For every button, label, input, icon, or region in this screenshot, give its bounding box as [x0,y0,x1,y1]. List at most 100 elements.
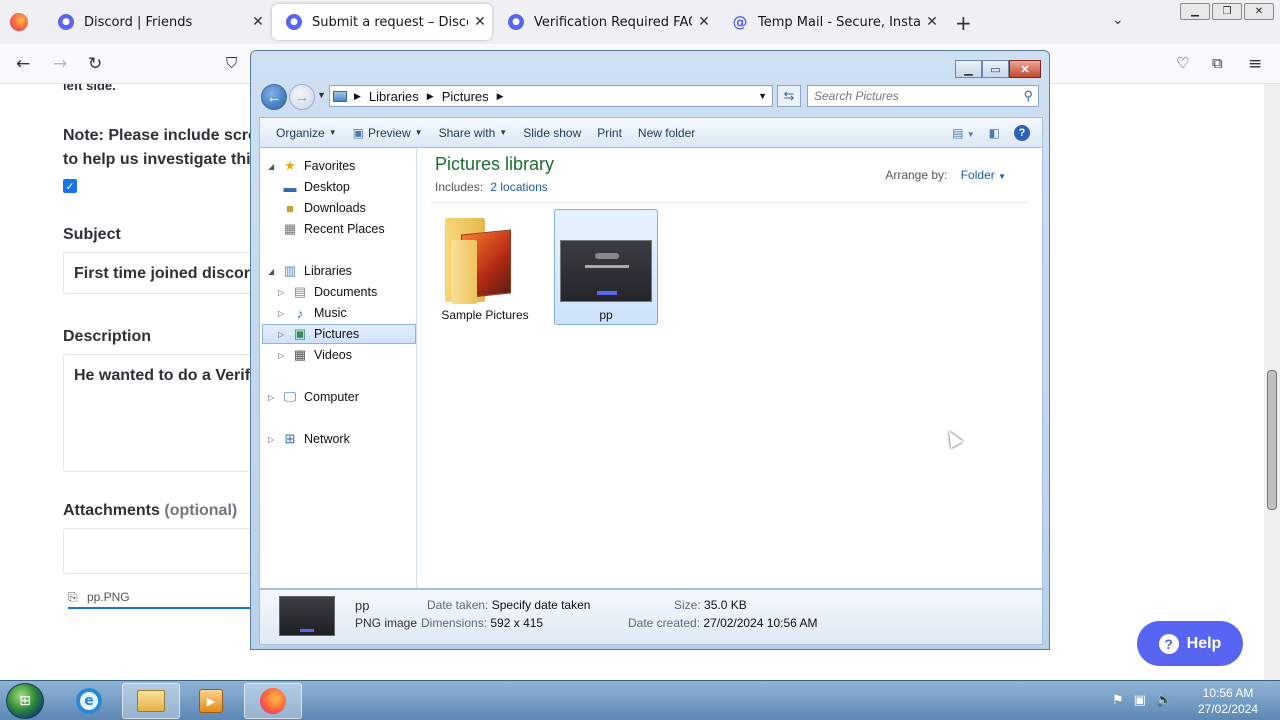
preview-button[interactable]: ▣ Preview ▼ [353,126,423,140]
file-name: Sample Pictures [441,308,529,322]
date-taken-value[interactable]: Specify date taken [492,598,591,612]
expand-icon[interactable]: ▷ [278,288,286,297]
music-icon: ♪ [296,305,304,321]
list-all-tabs-icon[interactable]: ⌄ [1112,12,1124,28]
browser-window-controls: ▁ ❐ ✕ [1180,3,1274,20]
restore-icon[interactable]: ❐ [1212,3,1242,20]
nav-videos[interactable]: ▷ ▦ Videos [278,345,352,365]
system-clock[interactable]: 10:56 AM 27/02/2024 [1190,685,1266,717]
extensions-icon[interactable]: ⧉ [1212,54,1223,72]
nav-favorites[interactable]: ◢ ★ Favorites [268,156,355,176]
organize-button[interactable]: Organize ▼ [276,126,337,140]
menu-icon[interactable]: ≡ [1248,54,1262,74]
pocket-icon[interactable]: ♡ [1176,54,1189,72]
detail-size: Size: 35.0 KB [674,598,747,612]
attachment-item[interactable]: ⎘ pp.PNG [68,590,253,609]
nav-libraries[interactable]: ◢ ▥ Libraries [268,261,352,281]
close-tab-icon[interactable]: ✕ [920,14,944,30]
divider [431,202,1028,203]
nav-desktop[interactable]: ▬ Desktop [282,177,350,197]
breadcrumb-pictures[interactable]: Pictures [442,89,489,104]
forward-icon[interactable]: → [289,84,315,110]
tab-temp-mail[interactable]: @ Temp Mail - Secure, Instant, Fas ✕ [718,4,944,40]
firefox-icon[interactable] [10,13,28,31]
share-with-label: Share with [438,125,496,140]
nav-label: Network [304,432,350,446]
nav-recent-places[interactable]: ▦ Recent Places [282,219,385,239]
expand-icon[interactable]: ▷ [268,393,276,402]
network-icon[interactable]: ▣ [1134,693,1146,708]
search-input[interactable]: Search Pictures ⚲ [807,85,1039,107]
preview-pane-icon[interactable]: ◧ [989,126,1000,140]
breadcrumb-libraries[interactable]: Libraries [369,89,419,104]
help-button[interactable]: ? Help [1137,621,1243,666]
tab-submit-request[interactable]: ● Submit a request – Discord ✕ [272,4,492,40]
volume-muted-icon[interactable]: 🔈 [1156,693,1172,708]
close-icon[interactable]: ✕ [1009,60,1041,78]
close-tab-icon[interactable]: ✕ [692,14,716,30]
chevron-right-icon[interactable]: ▶ [497,91,504,102]
taskbar-internet-explorer[interactable]: e [60,683,118,719]
discord-icon: ● [58,14,74,30]
print-button[interactable]: Print [597,126,622,140]
taskbar-firefox[interactable] [244,683,302,719]
downloads-icon: ■ [286,200,294,216]
taskbar-windows-explorer[interactable] [122,683,180,719]
close-tab-icon[interactable]: ✕ [468,14,492,30]
address-bar[interactable]: ▶ Libraries ▶ Pictures ▶ ▼ [329,85,773,107]
search-icon[interactable]: ⚲ [1023,88,1033,104]
expand-icon[interactable]: ▷ [278,351,286,360]
taskbar-media-player[interactable]: ▶ [182,683,240,719]
change-view-icon[interactable]: ▤ ▼ [952,126,975,140]
date-created-value: 27/02/2024 10:56 AM [703,616,818,630]
expand-icon[interactable]: ◢ [268,267,276,276]
libraries-icon: ▥ [283,263,297,278]
new-folder-button[interactable]: New folder [638,126,695,140]
file-item-pp[interactable]: pp [554,209,658,325]
nav-music[interactable]: ▷ ♪ Music [278,303,347,323]
new-tab-button[interactable]: + [955,11,972,35]
partial-text: left side. [63,84,116,93]
nav-computer[interactable]: ▷ 🖵 Computer [268,387,359,407]
minimize-icon[interactable]: ▁ [955,60,982,78]
at-icon: @ [732,13,748,31]
page-scrollbar[interactable] [1264,84,1280,680]
tab-verification-faq[interactable]: ● Verification Required FAQ – Disc ✕ [494,4,716,40]
nav-pictures[interactable]: ▷ ▣ Pictures [262,324,416,344]
arrange-dropdown[interactable]: Folder ▼ [961,168,1006,182]
expand-icon[interactable]: ▷ [278,330,286,339]
locations-link[interactable]: 2 locations [490,180,547,194]
help-icon[interactable]: ? [1014,124,1030,141]
share-with-button[interactable]: Share with ▼ [439,126,508,140]
action-center-flag-icon[interactable]: ⚑ [1112,693,1124,708]
recent-pages-icon[interactable]: ▼ [317,90,326,100]
forward-icon[interactable]: → [53,54,67,74]
scrollbar-thumb[interactable] [1267,370,1277,510]
file-item-sample-pictures[interactable]: Sample Pictures [433,210,537,326]
nav-downloads[interactable]: ■ Downloads [282,198,366,218]
reload-icon[interactable]: ↻ [88,54,102,74]
tab-discord-friends[interactable]: ● Discord | Friends ✕ [44,4,270,40]
nav-documents[interactable]: ▷ ▤ Documents [278,282,377,302]
expand-icon[interactable]: ▷ [268,435,276,444]
back-icon[interactable]: ← [261,84,287,110]
chevron-right-icon[interactable]: ▶ [427,91,434,102]
chevron-right-icon[interactable]: ▶ [354,91,361,102]
close-tab-icon[interactable]: ✕ [246,14,270,30]
consent-checkbox[interactable]: ✓ [63,179,77,193]
start-button[interactable]: ⊞ [6,683,44,719]
tab-title: Verification Required FAQ – Disc [534,14,692,30]
expand-icon[interactable]: ◢ [268,162,276,171]
refresh-icon[interactable]: ⇆ [777,85,801,107]
minimize-icon[interactable]: ▁ [1180,3,1210,20]
slide-show-button[interactable]: Slide show [523,126,581,140]
nav-network[interactable]: ▷ ⊞ Network [268,429,350,449]
close-window-icon[interactable]: ✕ [1244,3,1274,20]
expand-icon[interactable]: ▷ [278,309,286,318]
preview-icon: ▣ [352,125,364,140]
address-dropdown-icon[interactable]: ▼ [758,91,767,101]
maximize-icon[interactable]: ▭ [982,60,1009,78]
shield-icon[interactable]: ⛉ [226,54,237,72]
star-icon: ★ [284,158,296,173]
back-icon[interactable]: ← [16,54,30,74]
